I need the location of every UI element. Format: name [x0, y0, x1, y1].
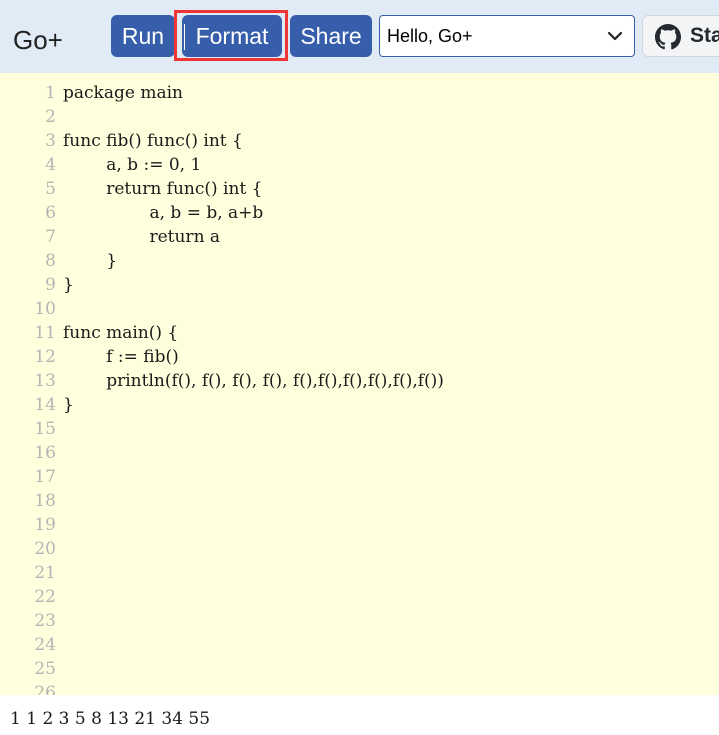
line-number: 19 [34, 515, 56, 535]
code-text: func fib() func() int { [63, 131, 243, 151]
line-number: 21 [34, 563, 56, 583]
editor-line: 5 return func() int { [0, 177, 719, 201]
line-number: 5 [45, 179, 56, 199]
editor-line: 6 a, b = b, a+b [0, 201, 719, 225]
editor-line: 1 package main [0, 81, 719, 105]
editor-line: 14} [0, 393, 719, 417]
line-number: 4 [45, 155, 56, 175]
top-bar: Go+ Run Format Share Hello, Go+ Sta [0, 0, 719, 73]
line-number: 24 [34, 635, 56, 655]
line-number: 17 [34, 467, 56, 487]
editor-line: 19 [0, 513, 719, 537]
line-number: 2 [45, 107, 56, 127]
line-number: 8 [45, 251, 56, 271]
editor-line: 20 [0, 537, 719, 561]
example-select[interactable]: Hello, Go+ [379, 15, 635, 57]
editor-line: 23 [0, 609, 719, 633]
editor-line: 24 [0, 633, 719, 657]
editor-line: 2 [0, 105, 719, 129]
line-number: 7 [45, 227, 56, 247]
line-number: 14 [34, 395, 56, 415]
editor-line: 13 println(f(), f(), f(), f(), f(),f(),f… [0, 369, 719, 393]
line-number: 13 [34, 371, 56, 391]
line-number: 22 [34, 587, 56, 607]
editor-line: 25 [0, 657, 719, 681]
editor-line: 8 } [0, 249, 719, 273]
editor-line: 4 a, b := 0, 1 [0, 153, 719, 177]
run-button[interactable]: Run [111, 15, 175, 57]
chevron-down-icon [607, 31, 623, 41]
line-number: 3 [45, 131, 56, 151]
app-logo: Go+ [13, 25, 63, 55]
code-text: return func() int { [63, 179, 263, 199]
code-text: return a [63, 227, 221, 247]
line-number: 26 [34, 683, 56, 695]
line-number: 10 [34, 299, 56, 319]
example-select-value: Hello, Go+ [387, 26, 473, 46]
program-output: 1 1 2 3 5 8 13 21 34 55 [10, 709, 211, 729]
line-number: 25 [34, 659, 56, 679]
editor-line: 16 [0, 441, 719, 465]
line-number: 20 [34, 539, 56, 559]
editor-line: 9} [0, 273, 719, 297]
editor-line: 15 [0, 417, 719, 441]
focus-caret [184, 24, 185, 50]
line-number: 1 [45, 83, 56, 103]
github-star-label: Sta [690, 24, 719, 47]
editor-line: 7 return a [0, 225, 719, 249]
code-text: a, b = b, a+b [63, 203, 264, 223]
editor-line: 10 [0, 297, 719, 321]
format-button[interactable]: Format [182, 15, 282, 57]
editor-line: 18 [0, 489, 719, 513]
code-text: a, b := 0, 1 [63, 155, 202, 175]
github-star-button[interactable]: Sta [642, 15, 719, 57]
line-number: 11 [34, 323, 56, 343]
editor-line: 12 f := fib() [0, 345, 719, 369]
code-text: func main() { [63, 323, 179, 343]
line-number: 6 [45, 203, 56, 223]
editor-line: 3 func fib() func() int { [0, 129, 719, 153]
share-button[interactable]: Share [290, 15, 372, 57]
line-number: 12 [34, 347, 56, 367]
code-editor[interactable]: 1 package main 2 3 func fib() func() int {4 … [0, 73, 719, 695]
editor-line: 26 [0, 681, 719, 695]
editor-line: 22 [0, 585, 719, 609]
line-number: 23 [34, 611, 56, 631]
editor-line: 21 [0, 561, 719, 585]
code-text: package main [63, 83, 183, 103]
line-number: 15 [34, 419, 56, 439]
github-icon [655, 24, 681, 50]
code-text: } [63, 275, 74, 295]
editor-line: 17 [0, 465, 719, 489]
editor-line: 11 func main() { [0, 321, 719, 345]
code-text: } [63, 251, 118, 271]
line-number: 18 [34, 491, 56, 511]
line-number: 9 [45, 275, 56, 295]
code-text: println(f(), f(), f(), f(), f(),f(),f(),… [63, 371, 444, 391]
code-text: } [63, 395, 74, 415]
line-number: 16 [34, 443, 56, 463]
code-text: f := fib() [63, 347, 179, 367]
